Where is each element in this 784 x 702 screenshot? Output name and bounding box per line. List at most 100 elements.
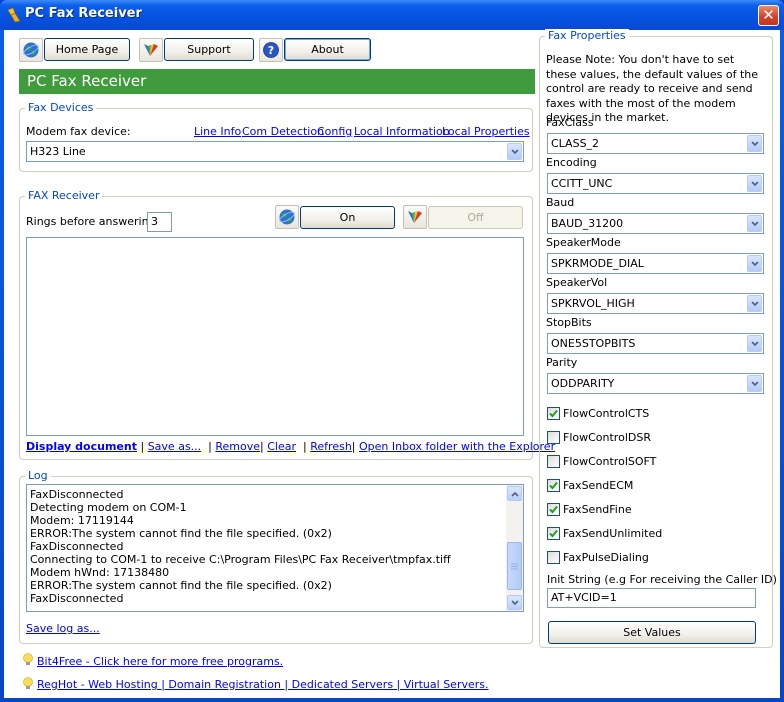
field-label-speakervol: SpeakerVol [546,276,608,289]
clear-link[interactable]: Clear [267,440,296,453]
checkbox-label: FlowControlCTS [563,406,650,420]
support-icon-button[interactable] [139,38,163,62]
support-button[interactable]: Support [164,38,254,61]
scroll-up-button[interactable] [507,486,522,501]
lightbulb-icon [23,677,33,689]
checkbox-faxpulsedialing[interactable]: FaxPulseDialing [547,549,649,565]
checkbox-faxsendecm[interactable]: FaxSendECM [547,477,633,493]
home-page-icon-button[interactable] [19,38,43,62]
remove-link[interactable]: Remove [215,440,260,453]
checkbox-flowcontrolcts[interactable]: FlowControlCTS [547,405,649,421]
scroll-down-button[interactable] [507,595,522,610]
off-icon-button[interactable] [403,205,427,229]
chevron-down-icon[interactable] [747,255,762,272]
com-detection-link[interactable]: Com Detection [242,125,324,138]
checkmark-icon[interactable] [547,478,560,492]
parity-value: ODDPARITY [551,377,615,390]
about-button[interactable]: About [284,38,371,61]
close-icon: ✕ [762,6,775,24]
lightbulb-icon [23,653,33,665]
on-icon-button[interactable] [275,205,299,229]
display-document-link[interactable]: Display document [26,440,137,453]
config-link[interactable]: Config [317,125,352,138]
modem-device-select[interactable]: H323 Line [26,141,524,162]
checkmark-icon[interactable] [547,502,560,516]
app-window: PC Fax Receiver ✕ Home Page Support ? Ab… [0,0,784,702]
parity-select[interactable]: ODDPARITY [547,373,764,394]
checkbox-label: FaxSendUnlimited [563,526,663,540]
checkbox-flowcontrolsoft[interactable]: FlowControlSOFT [547,453,656,469]
checkbox-label: FaxPulseDialing [563,550,649,564]
rings-input[interactable]: 3 [147,212,172,232]
baud-value: BAUD_31200 [551,217,624,230]
separator: | [260,440,264,453]
checkbox-empty-icon[interactable] [547,430,560,444]
local-properties-link[interactable]: Local Properties [442,125,530,138]
close-button[interactable]: ✕ [758,5,779,26]
encoding-select[interactable]: CCITT_UNC [547,173,764,194]
reghot-link[interactable]: RegHot - Web Hosting | Domain Registrati… [37,678,489,691]
log-line: Detecting modem on COM-1 [30,501,187,514]
chevron-down-icon[interactable] [747,375,762,392]
modem-device-value: H323 Line [30,145,86,158]
set-values-button[interactable]: Set Values [548,621,756,644]
log-line: Modem hWnd: 17138480 [30,566,170,579]
open-inbox-link[interactable]: Open Inbox folder with the Explorer [359,440,555,453]
line-info-link[interactable]: Line Info [194,125,241,138]
log-line: ERROR:The system cannot find the file sp… [30,527,332,540]
window-title: PC Fax Receiver [25,6,142,21]
separator: | [351,440,356,453]
about-icon-button[interactable]: ? [259,38,283,62]
checkbox-label: FlowControlSOFT [563,454,657,468]
field-label-parity: Parity [546,356,578,369]
refresh-link[interactable]: Refresh [310,440,352,453]
checkbox-faxsendunlimited[interactable]: FaxSendUnlimited [547,525,662,541]
init-string-input[interactable]: AT+VCID=1 [547,588,756,608]
local-information-link[interactable]: Local Information [354,125,450,138]
chevron-up-icon [510,491,519,497]
fax-properties-legend: Fax Properties [545,29,629,42]
chevron-down-icon[interactable] [747,335,762,352]
chevron-down-icon[interactable] [747,135,762,152]
checkbox-flowcontroldsr[interactable]: FlowControlDSR [547,429,651,445]
field-label-faxclass: FaxClass [546,116,594,129]
log-legend: Log [25,469,51,482]
received-faxes-list[interactable] [26,237,524,436]
save-log-link[interactable]: Save log as... [26,622,100,635]
log-lines: FaxDisconnected Detecting modem on COM-1 M… [27,485,523,605]
svg-text:?: ? [268,44,274,57]
chevron-down-icon[interactable] [747,295,762,312]
receiver-on-button[interactable]: On [300,206,395,229]
chevron-down-icon [510,599,519,605]
checkbox-empty-icon[interactable] [547,550,560,564]
properties-note: Please Note: You don't have to set these… [546,53,758,124]
field-label-speakermode: SpeakerMode [546,236,621,249]
speakervol-select[interactable]: SPKRVOL_HIGH [547,293,764,314]
log-textarea[interactable]: FaxDisconnected Detecting modem on COM-1 M… [26,484,524,612]
chevron-down-icon[interactable] [747,215,762,232]
checkbox-faxsendfine[interactable]: FaxSendFine [547,501,632,517]
receiver-off-button[interactable]: Off [428,206,523,229]
stopbits-select[interactable]: ONE5STOPBITS [547,333,764,354]
chevron-down-icon[interactable] [507,143,522,160]
faxclass-select[interactable]: CLASS_2 [547,133,764,154]
checkmark-icon[interactable] [547,526,560,540]
speakermode-select[interactable]: SPKRMODE_DIAL [547,253,764,274]
title-bar[interactable]: PC Fax Receiver ✕ [0,0,784,30]
home-page-button[interactable]: Home Page [44,38,130,61]
speakervol-value: SPKRVOL_HIGH [551,297,635,310]
fax-devices-group: Fax Devices [19,101,533,172]
grip-icon [511,563,518,569]
init-string-label: Init String (e.g For receiving the Calle… [547,573,777,586]
bit4free-link[interactable]: Bit4Free - Click here for more free prog… [37,655,283,668]
checkbox-empty-icon[interactable] [547,454,560,468]
log-scrollbar[interactable] [506,485,523,611]
scroll-thumb[interactable] [507,542,522,590]
checkmark-icon[interactable] [547,406,560,420]
chevron-down-icon[interactable] [747,175,762,192]
log-line: Connecting to COM-1 to receive C:\Progra… [30,553,451,566]
field-label-baud: Baud [546,196,575,209]
save-as-link[interactable]: Save as... [148,440,201,453]
baud-select[interactable]: BAUD_31200 [547,213,764,234]
receiver-actions: Display document | Save as... | Remove| … [26,440,555,453]
